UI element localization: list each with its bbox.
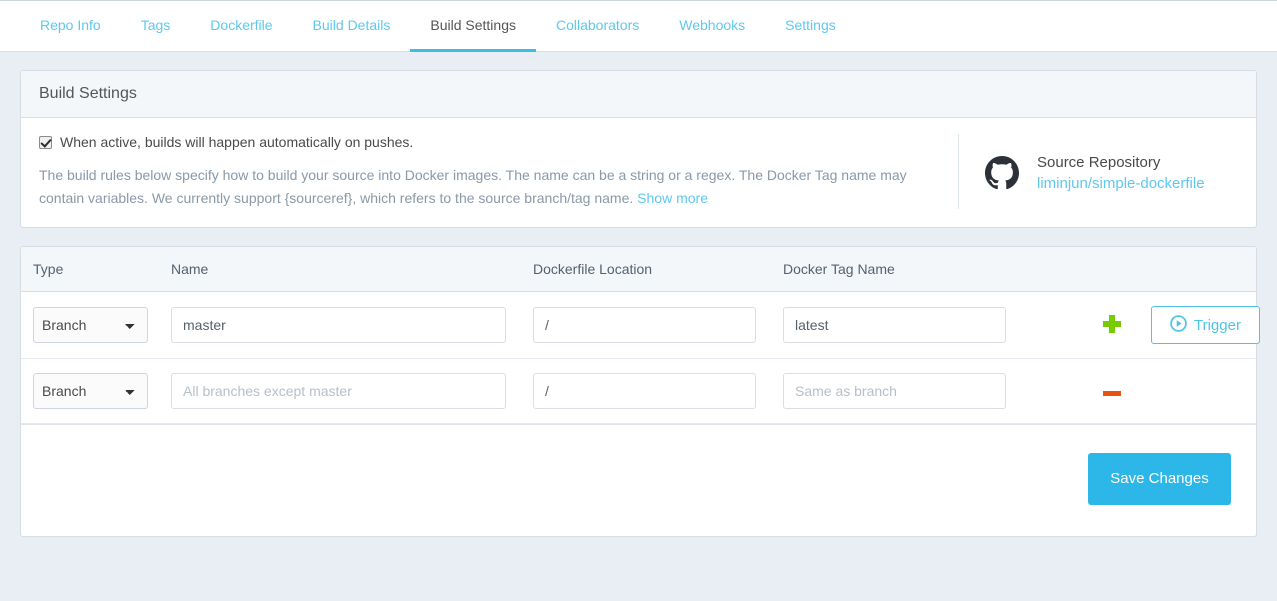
tab-build-settings[interactable]: Build Settings (410, 1, 536, 52)
table-row: Branch (21, 292, 1260, 360)
rule-name-input[interactable] (171, 307, 506, 344)
build-rules-description: The build rules below specify how to bui… (39, 164, 934, 209)
dockerfile-location-input[interactable] (533, 307, 756, 344)
source-repository-column: Source Repository liminjun/simple-docker… (959, 134, 1238, 209)
description-text: The build rules below specify how to bui… (39, 167, 907, 206)
tab-collaborators[interactable]: Collaborators (536, 1, 659, 52)
play-circle-icon (1170, 315, 1187, 336)
show-more-link[interactable]: Show more (637, 190, 708, 206)
row-location-cell (533, 307, 783, 344)
trigger-button-label: Trigger (1194, 316, 1241, 334)
page-content: Build Settings When active, builds will … (0, 52, 1277, 538)
dockerfile-location-input[interactable] (533, 373, 756, 410)
column-header-tag: Docker Tag Name (783, 261, 895, 278)
row-action-cell (1073, 314, 1151, 336)
docker-tag-input[interactable] (783, 307, 1006, 344)
remove-rule-button[interactable] (1103, 391, 1121, 397)
panel-footer: Save Changes (21, 424, 1256, 536)
panel-title: Build Settings (21, 71, 1256, 118)
rule-type-select[interactable]: Branch (33, 307, 148, 344)
column-header-name: Name (171, 261, 209, 278)
tab-settings[interactable]: Settings (765, 1, 856, 52)
tab-tags[interactable]: Tags (121, 1, 191, 52)
docker-tag-input[interactable] (783, 373, 1006, 410)
row-type-cell: Branch (21, 307, 171, 344)
row-location-cell (533, 373, 783, 410)
plus-icon (1103, 314, 1121, 333)
column-header-location: Dockerfile Location (533, 261, 653, 278)
row-type-cell: Branch (21, 373, 171, 410)
auto-build-checkbox[interactable] (39, 135, 52, 149)
column-header-type: Type (33, 261, 64, 278)
auto-build-row: When active, builds will happen automati… (39, 134, 934, 150)
tab-repo-info[interactable]: Repo Info (20, 1, 121, 52)
rule-name-input[interactable] (171, 373, 506, 410)
table-row: Branch (21, 359, 1256, 425)
add-rule-button[interactable] (1103, 314, 1121, 333)
panel-body: When active, builds will happen automati… (21, 118, 1256, 227)
tab-bar: Repo Info Tags Dockerfile Build Details … (0, 0, 1277, 52)
build-rules-panel: Type Name Dockerfile Location Docker Tag… (20, 246, 1260, 538)
row-action-cell (1073, 383, 1151, 399)
tab-list: Repo Info Tags Dockerfile Build Details … (0, 1, 1277, 52)
rules-table-header: Type Name Dockerfile Location Docker Tag… (21, 247, 1256, 293)
row-tag-cell (783, 373, 1073, 410)
auto-build-label: When active, builds will happen automati… (60, 134, 414, 150)
source-repository-info: Source Repository liminjun/simple-docker… (1037, 154, 1205, 192)
build-settings-panel: Build Settings When active, builds will … (20, 70, 1257, 229)
save-changes-button[interactable]: Save Changes (1088, 452, 1231, 505)
description-column: When active, builds will happen automati… (39, 134, 959, 210)
tab-webhooks[interactable]: Webhooks (659, 1, 765, 52)
rule-type-select[interactable]: Branch (33, 373, 148, 410)
github-icon (985, 156, 1019, 193)
source-repository-link[interactable]: liminjun/simple-dockerfile (1037, 175, 1205, 192)
row-name-cell (171, 373, 533, 410)
row-name-cell (171, 307, 533, 344)
source-repository-title: Source Repository (1037, 154, 1161, 171)
minus-icon (1103, 391, 1121, 397)
trigger-button[interactable]: Trigger (1151, 306, 1260, 345)
row-tag-cell (783, 307, 1073, 344)
tab-build-details[interactable]: Build Details (293, 1, 411, 52)
tab-dockerfile[interactable]: Dockerfile (190, 1, 292, 52)
row-trigger-cell: Trigger (1151, 306, 1277, 345)
